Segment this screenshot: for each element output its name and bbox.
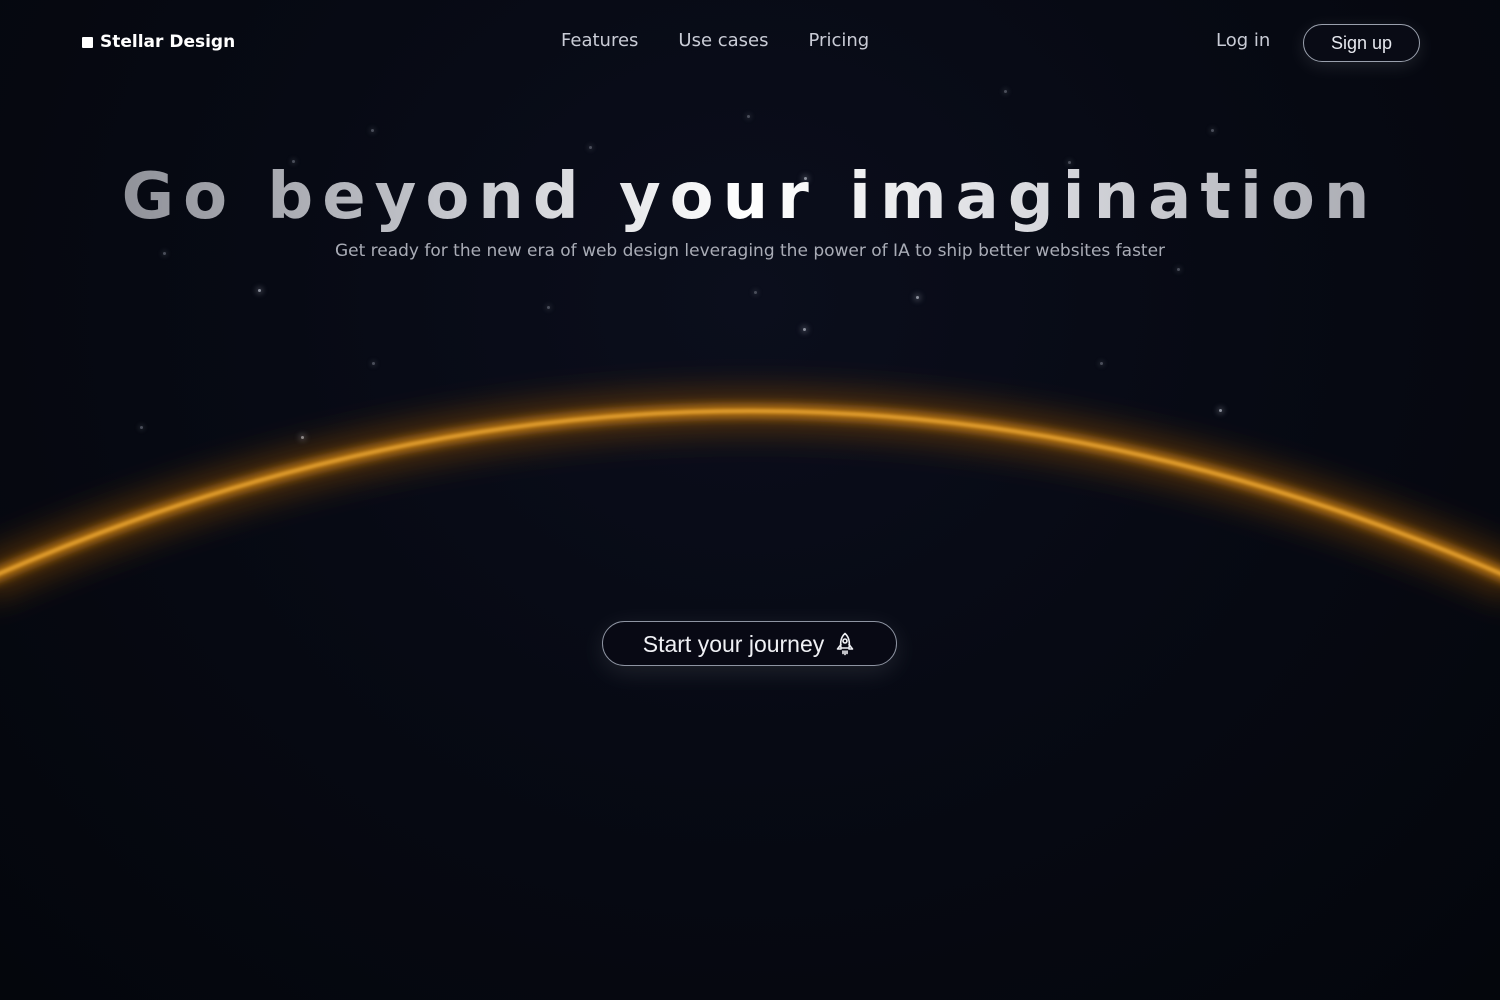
star xyxy=(916,296,919,299)
nav-links: Features Use cases Pricing xyxy=(561,28,869,54)
star xyxy=(371,129,374,132)
brand-name: Stellar Design xyxy=(100,32,236,52)
star xyxy=(747,115,750,118)
start-journey-button[interactable]: Start your journey xyxy=(602,621,897,666)
square-logo-icon xyxy=(82,36,93,48)
hero-title: Go beyond your imagination xyxy=(0,158,1500,236)
star xyxy=(1211,129,1214,132)
top-nav: Stellar Design Features Use cases Pricin… xyxy=(0,0,1500,84)
cta-label: Start your journey xyxy=(642,630,825,657)
login-link[interactable]: Log in xyxy=(1216,28,1270,54)
nav-link-pricing[interactable]: Pricing xyxy=(809,28,870,54)
star xyxy=(1004,90,1007,93)
star xyxy=(589,146,592,149)
horizon-glow xyxy=(0,391,1500,596)
signup-label: Sign up xyxy=(1330,32,1393,53)
rocket-icon xyxy=(834,632,856,656)
nav-link-features[interactable]: Features xyxy=(561,28,638,54)
star xyxy=(258,289,261,292)
brand-logo[interactable]: Stellar Design xyxy=(82,30,235,54)
hero-subtitle: Get ready for the new era of web design … xyxy=(334,241,1166,261)
signup-button[interactable]: Sign up xyxy=(1303,24,1420,62)
star xyxy=(754,291,757,294)
nav-link-use-cases[interactable]: Use cases xyxy=(678,28,768,54)
star xyxy=(1177,268,1180,271)
star xyxy=(547,306,550,309)
landing-page: Stellar Design Features Use cases Pricin… xyxy=(0,0,1500,1000)
